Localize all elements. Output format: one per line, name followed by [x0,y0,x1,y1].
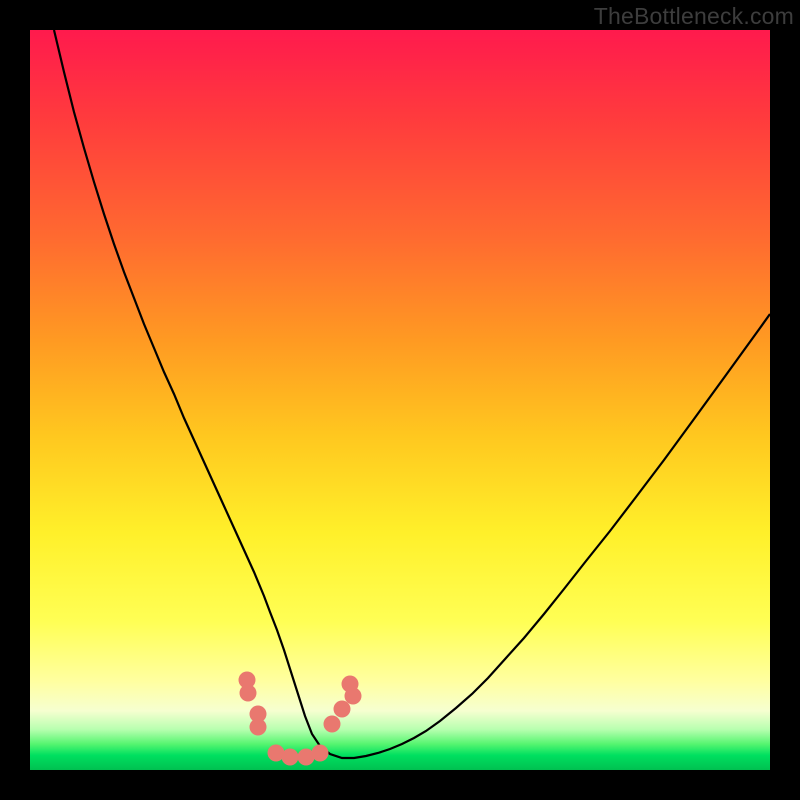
curve-marker [240,685,257,702]
curve-marker [324,716,341,733]
chart-plot-area [30,30,770,770]
curve-markers [239,672,362,766]
chart-frame: TheBottleneck.com [0,0,800,800]
curve-marker [312,745,329,762]
bottleneck-curve [54,30,770,758]
curve-marker [282,749,299,766]
curve-marker [250,719,267,736]
curve-marker [345,688,362,705]
curve-marker [334,701,351,718]
chart-svg [30,30,770,770]
watermark-text: TheBottleneck.com [594,3,794,30]
